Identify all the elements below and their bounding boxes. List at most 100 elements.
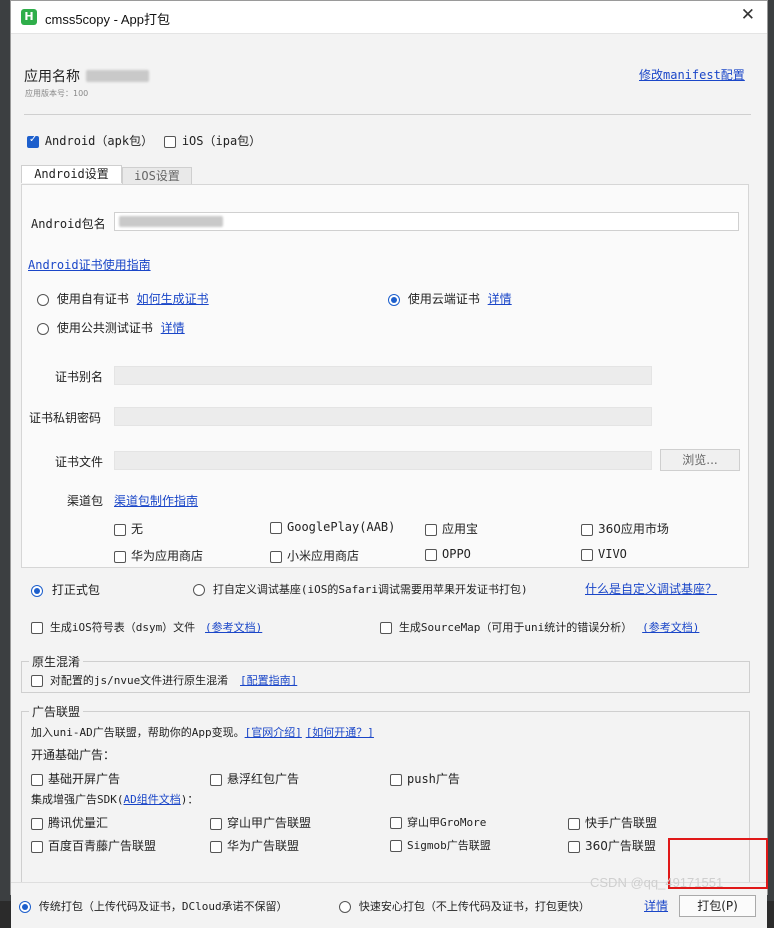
- cloud-cert-option[interactable]: 使用云端证书 详情: [388, 290, 512, 307]
- sdk-option-baidu[interactable]: 百度百青藤广告联盟: [31, 837, 156, 854]
- close-icon[interactable]: ✕: [741, 5, 755, 25]
- dsym-doc-link[interactable]: (参考文档): [205, 621, 262, 634]
- android-platform-option[interactable]: Android（apk包）: [27, 132, 153, 149]
- ads-intro: 加入uni-AD广告联盟，帮助你的App变现。[官网介绍] [如何开通？]: [31, 724, 374, 740]
- sdk-360-checkbox[interactable]: [568, 840, 580, 853]
- channel-option-huawei[interactable]: 华为应用商店: [114, 547, 203, 564]
- channel-yingyongbao-label: 应用宝: [442, 522, 479, 536]
- public-cert-option[interactable]: 使用公共测试证书 详情: [37, 319, 185, 336]
- sdk-option-pangle[interactable]: 穿山甲广告联盟: [210, 814, 311, 831]
- own-cert-label: 使用自有证书: [56, 292, 129, 306]
- ios-platform-option[interactable]: iOS（ipa包）: [164, 132, 261, 149]
- channel-none-checkbox[interactable]: [114, 523, 126, 536]
- ads-how-to-link[interactable]: [如何开通？]: [306, 726, 374, 739]
- sdk-option-sigmob[interactable]: Sigmob广告联盟: [390, 837, 491, 853]
- modify-manifest-link[interactable]: 修改manifest配置: [639, 66, 745, 83]
- sdk-huawei-checkbox[interactable]: [210, 840, 222, 853]
- ad-splash-checkbox[interactable]: [31, 773, 43, 786]
- sdk-tencent-checkbox[interactable]: [31, 817, 43, 830]
- sdk-gromore-checkbox[interactable]: [390, 816, 402, 829]
- window-title: cmss5copy - App打包: [45, 12, 170, 27]
- formal-build-radio[interactable]: [31, 584, 43, 597]
- channel-option-vivo[interactable]: VIVO: [581, 547, 627, 561]
- fast-pack-detail-link[interactable]: 详情: [644, 897, 668, 914]
- sourcemap-checkbox[interactable]: [380, 621, 392, 634]
- channel-360-checkbox[interactable]: [581, 523, 593, 536]
- channel-option-none[interactable]: 无: [114, 520, 143, 537]
- custom-base-radio[interactable]: [193, 583, 205, 596]
- cert-file-input[interactable]: [114, 451, 652, 470]
- sdk-option-huawei[interactable]: 华为广告联盟: [210, 837, 299, 854]
- obfuscation-option[interactable]: 对配置的js/nvue文件进行原生混淆 [配置指南]: [31, 672, 297, 688]
- sdk-option-gromore[interactable]: 穿山甲GroMore: [390, 814, 486, 830]
- obfuscation-label: 对配置的js/nvue文件进行原生混淆: [49, 674, 229, 687]
- dsym-option[interactable]: 生成iOS符号表（dsym）文件 (参考文档): [31, 619, 262, 635]
- channel-huawei-checkbox[interactable]: [114, 550, 126, 563]
- sdk-sigmob-checkbox[interactable]: [390, 839, 402, 852]
- dsym-checkbox[interactable]: [31, 621, 43, 634]
- ads-official-link[interactable]: [官网介绍]: [245, 726, 302, 739]
- traditional-pack-radio[interactable]: [19, 900, 31, 913]
- channel-option-googleplay[interactable]: GooglePlay(AAB): [270, 520, 395, 534]
- sdk-option-kuaishou[interactable]: 快手广告联盟: [568, 814, 657, 831]
- ad-redpacket-checkbox[interactable]: [210, 773, 222, 786]
- sdk-kuaishou-checkbox[interactable]: [568, 817, 580, 830]
- channel-option-360[interactable]: 360应用市场: [581, 520, 669, 537]
- cloud-cert-detail-link[interactable]: 详情: [488, 292, 512, 306]
- ad-option-splash[interactable]: 基础开屏广告: [31, 770, 120, 787]
- cert-alias-input[interactable]: [114, 366, 652, 385]
- obfuscation-checkbox[interactable]: [31, 674, 43, 687]
- ad-push-checkbox[interactable]: [390, 773, 402, 786]
- tab-android-settings[interactable]: Android设置: [21, 165, 122, 183]
- browse-button[interactable]: 浏览...: [660, 449, 740, 471]
- custom-base-option[interactable]: 打自定义调试基座(iOS的Safari调试需要用苹果开发证书打包): [193, 581, 528, 597]
- cert-password-label: 证书私钥密码: [29, 411, 102, 425]
- channel-yingyongbao-checkbox[interactable]: [425, 523, 437, 536]
- obfuscation-title: 原生混淆: [29, 653, 84, 670]
- channel-oppo-checkbox[interactable]: [425, 548, 437, 561]
- public-cert-detail-link[interactable]: 详情: [161, 321, 185, 335]
- ads-intro-text: 加入uni-AD广告联盟，帮助你的App变现。: [31, 726, 245, 739]
- own-cert-option[interactable]: 使用自有证书 如何生成证书: [37, 290, 209, 307]
- channel-option-xiaomi[interactable]: 小米应用商店: [270, 547, 359, 564]
- tab-ios-settings[interactable]: iOS设置: [122, 167, 192, 185]
- how-to-generate-cert-link[interactable]: 如何生成证书: [137, 292, 209, 306]
- channel-option-oppo[interactable]: OPPO: [425, 547, 471, 561]
- pack-button[interactable]: 打包(P): [679, 895, 756, 917]
- channel-guide-link[interactable]: 渠道包制作指南: [114, 492, 198, 509]
- ios-checkbox[interactable]: [164, 135, 176, 148]
- custom-base-help-link[interactable]: 什么是自定义调试基座？: [585, 580, 717, 597]
- ad-option-redpacket[interactable]: 悬浮红包广告: [210, 770, 299, 787]
- obfuscation-guide-link[interactable]: [配置指南]: [240, 674, 297, 687]
- channel-option-yingyongbao[interactable]: 应用宝: [425, 520, 478, 537]
- sdk-baidu-checkbox[interactable]: [31, 840, 43, 853]
- fast-pack-radio[interactable]: [339, 900, 351, 913]
- cloud-cert-radio[interactable]: [388, 293, 400, 306]
- public-cert-radio[interactable]: [37, 322, 49, 335]
- channel-vivo-checkbox[interactable]: [581, 548, 593, 561]
- formal-build-option[interactable]: 打正式包: [31, 581, 100, 598]
- package-name-input[interactable]: [114, 212, 739, 231]
- own-cert-radio[interactable]: [37, 293, 49, 306]
- app-version-label: 应用版本号：100: [25, 89, 89, 98]
- channel-oppo-label: OPPO: [442, 547, 471, 561]
- cert-alias-label: 证书别名: [55, 370, 104, 384]
- traditional-pack-option[interactable]: 传统打包（上传代码及证书，DCloud承诺不保留）: [19, 898, 288, 914]
- channel-xiaomi-checkbox[interactable]: [270, 550, 282, 563]
- channel-googleplay-checkbox[interactable]: [270, 521, 282, 534]
- android-cert-guide-link[interactable]: Android证书使用指南: [28, 256, 151, 273]
- sourcemap-option[interactable]: 生成SourceMap（可用于uni统计的错误分析） (参考文档): [380, 619, 699, 635]
- sdk-option-360[interactable]: 360广告联盟: [568, 837, 656, 854]
- android-platform-label: Android（apk包）: [44, 134, 154, 148]
- ads-title: 广告联盟: [29, 703, 84, 720]
- sourcemap-doc-link[interactable]: (参考文档): [642, 621, 699, 634]
- sdk-pangle-checkbox[interactable]: [210, 817, 222, 830]
- ad-option-push[interactable]: push广告: [390, 770, 460, 787]
- app-pack-dialog: H cmss5copy - App打包 ✕ 应用名称 应用版本号：100 修改m…: [10, 0, 768, 928]
- channel-googleplay-label: GooglePlay(AAB): [287, 520, 396, 534]
- ad-component-doc-link[interactable]: AD组件文档: [124, 793, 181, 806]
- android-checkbox[interactable]: [27, 134, 39, 148]
- fast-pack-option[interactable]: 快速安心打包（不上传代码及证书，打包更快）: [339, 898, 590, 914]
- cert-password-input[interactable]: [114, 407, 652, 426]
- sdk-option-tencent[interactable]: 腾讯优量汇: [31, 814, 108, 831]
